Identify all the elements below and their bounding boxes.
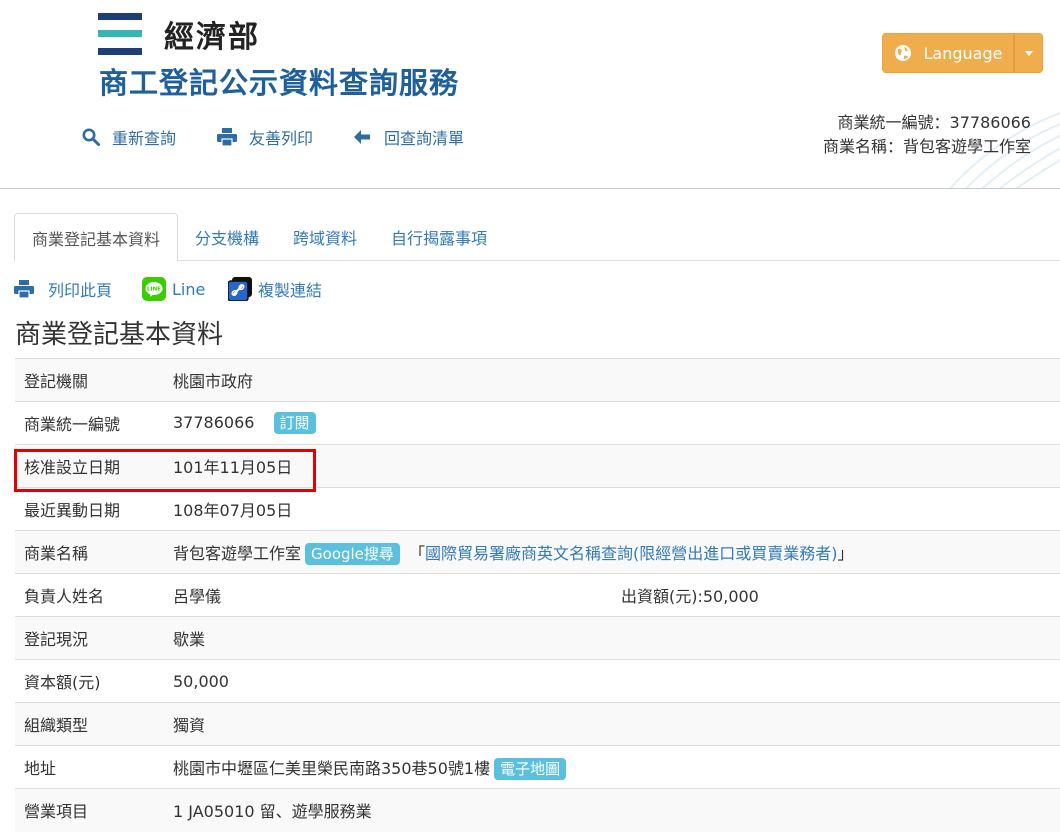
table-row: 負責人姓名 呂學儀 出資額(元):50,000 [15, 573, 1060, 617]
table-row: 最近異動日期 108年07月05日 [15, 487, 1060, 531]
tab-basic-info[interactable]: 商業登記基本資料 [14, 213, 179, 262]
google-search-button[interactable]: Google搜尋 [305, 542, 400, 565]
registration-table: 登記機關 桃園市政府 商業統一編號 37786066 訂閱 核准設立日期 101… [15, 358, 1060, 832]
language-dropdown-toggle[interactable] [1014, 33, 1043, 73]
subscribe-button[interactable]: 訂閱 [273, 412, 316, 434]
investment-amount: 出資額(元):50,000 [621, 587, 759, 606]
table-row: 登記機關 桃園市政府 [15, 358, 1060, 402]
caret-down-icon [1024, 50, 1033, 56]
requery-link[interactable]: 重新查詢 [82, 125, 176, 149]
back-list-label: 回查詢清單 [384, 129, 465, 148]
language-button[interactable]: Language [882, 33, 1014, 73]
row-label: 商業統一編號 [24, 415, 121, 434]
trade-english-name-link[interactable]: 國際貿易署廠商英文名稱查詢(限經營出進口或買賣業務者) [425, 544, 838, 563]
table-row: 登記現況 歇業 [15, 616, 1060, 660]
arrow-left-icon [354, 130, 370, 144]
row-value: 1 JA05010 留、遊學服務業 [173, 802, 372, 822]
tab-self-disclosure[interactable]: 自行揭露事項 [374, 213, 504, 261]
copy-link-action[interactable]: 複製連結 [228, 277, 322, 301]
row-label: 負責人姓名 [24, 587, 105, 606]
tab-cross-domain[interactable]: 跨域資料 [276, 213, 374, 261]
table-row: 核准設立日期 101年11月05日 [15, 444, 1060, 488]
row-label: 資本額(元) [24, 673, 101, 692]
back-list-link[interactable]: 回查詢清單 [352, 125, 464, 149]
line-icon-text: LINE [147, 287, 161, 293]
row-label: 核准設立日期 [24, 458, 121, 477]
site-header: 經濟部 商工登記公示資料查詢服務 重新查詢 友善列印 回查詢清單 Languag… [0, 0, 1060, 189]
language-label: Language [923, 43, 1003, 63]
print-link[interactable]: 友善列印 [217, 125, 313, 149]
table-row: 地址 桃園市中壢區仁美里榮民南路350巷50號1樓 電子地圖 [15, 745, 1060, 789]
map-button[interactable]: 電子地圖 [494, 757, 567, 780]
row-label: 最近異動日期 [24, 501, 121, 520]
row-label: 營業項目 [24, 802, 89, 822]
table-row: 資本額(元) 50,000 [15, 659, 1060, 703]
printer-icon [217, 128, 237, 146]
line-app-icon: LINE [142, 277, 166, 301]
row-value: 101年11月05日 [173, 458, 293, 477]
table-row: 營業項目 1 JA05010 留、遊學服務業 [15, 788, 1060, 832]
table-row: 商業名稱 背包客遊學工作室 Google搜尋 「國際貿易署廠商英文名稱查詢(限經營… [15, 530, 1060, 574]
row-value: 呂學儀 [173, 587, 222, 606]
row-value: 108年07月05日 [173, 501, 293, 520]
row-label: 登記機關 [24, 372, 89, 391]
tab-bar: 商業登記基本資料 分支機構 跨域資料 自行揭露事項 [14, 213, 1060, 262]
copy-link-label: 複製連結 [258, 281, 323, 300]
address-value: 桃園市中壢區仁美里榮民南路350巷50號1樓 [173, 758, 491, 778]
row-label: 地址 [24, 759, 57, 778]
line-share-action[interactable]: LINE Line [142, 277, 205, 301]
table-row: 組織類型 獨資 [15, 702, 1060, 746]
ministry-logo-icon [98, 13, 142, 55]
requery-label: 重新查詢 [112, 129, 177, 148]
print-label: 友善列印 [249, 129, 314, 148]
printer-icon [14, 280, 34, 298]
line-label: Line [172, 279, 206, 299]
row-label: 登記現況 [24, 630, 89, 649]
print-page-action[interactable]: 列印此頁 [14, 277, 112, 301]
table-row: 商業統一編號 37786066 訂閱 [15, 401, 1060, 445]
site-title[interactable]: 商工登記公示資料查詢服務 [99, 60, 459, 102]
globe-icon [894, 45, 911, 61]
business-summary: 商業統一編號：37786066 商業名稱：背包客遊學工作室 [823, 111, 1031, 159]
row-value: 獨資 [173, 716, 206, 735]
search-icon [82, 128, 100, 146]
tab-branches[interactable]: 分支機構 [178, 213, 276, 261]
bracket-close: 」 [837, 543, 854, 563]
bracket-open: 「 [409, 543, 426, 563]
row-label: 組織類型 [24, 716, 89, 735]
print-page-label: 列印此頁 [48, 281, 113, 300]
business-name-line: 商業名稱：背包客遊學工作室 [822, 137, 1031, 156]
business-name-value: 背包客遊學工作室 [173, 543, 302, 563]
row-value: 50,000 [173, 671, 229, 691]
row-value: 歇業 [173, 630, 206, 649]
ministry-name: 經濟部 [164, 20, 260, 55]
row-label: 商業名稱 [24, 544, 89, 563]
business-id-line: 商業統一編號：37786066 [837, 113, 1031, 132]
row-value: 桃園市政府 [173, 372, 254, 391]
copy-link-icon [228, 277, 252, 301]
business-id-value: 37786066 [173, 413, 255, 432]
section-title: 商業登記基本資料 [15, 320, 224, 350]
language-selector: Language [882, 33, 1043, 73]
